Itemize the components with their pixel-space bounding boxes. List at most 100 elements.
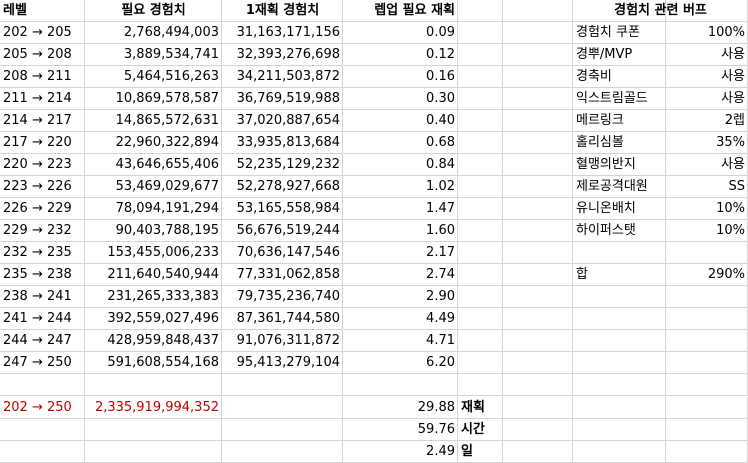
grid-cell[interactable] bbox=[503, 132, 573, 154]
hunt-exp-cell[interactable]: 32,393,276,698 bbox=[222, 44, 343, 66]
required-exp-cell[interactable]: 5,464,516,263 bbox=[85, 66, 222, 88]
hunt-exp-cell[interactable]: 79,735,236,740 bbox=[222, 286, 343, 308]
hunts-needed-cell[interactable]: 2.74 bbox=[343, 264, 458, 286]
hunts-needed-cell[interactable]: 2.90 bbox=[343, 286, 458, 308]
level-range-cell[interactable]: 214 → 217 bbox=[0, 110, 85, 132]
grid-cell[interactable] bbox=[458, 242, 503, 264]
hunts-needed-cell[interactable]: 0.12 bbox=[343, 44, 458, 66]
required-exp-cell[interactable]: 78,094,191,294 bbox=[85, 198, 222, 220]
buff-value-cell[interactable]: 35% bbox=[666, 132, 748, 154]
grid-cell[interactable] bbox=[503, 66, 573, 88]
grid-cell[interactable] bbox=[458, 352, 503, 374]
buff-name-cell[interactable]: 제로공격대원 bbox=[573, 176, 666, 198]
grid-cell[interactable] bbox=[458, 132, 503, 154]
hunts-needed-cell[interactable]: 6.20 bbox=[343, 352, 458, 374]
grid-cell[interactable] bbox=[222, 397, 343, 419]
required-exp-cell[interactable]: 22,960,322,894 bbox=[85, 132, 222, 154]
grid-cell[interactable] bbox=[458, 66, 503, 88]
hunt-exp-cell[interactable]: 31,163,171,156 bbox=[222, 22, 343, 44]
level-range-cell[interactable]: 217 → 220 bbox=[0, 132, 85, 154]
grid-cell[interactable] bbox=[503, 374, 573, 396]
grid-cell[interactable] bbox=[666, 242, 748, 264]
grid-cell[interactable] bbox=[573, 308, 666, 330]
grid-cell[interactable] bbox=[503, 198, 573, 220]
grid-cell[interactable] bbox=[503, 0, 573, 22]
required-exp-cell[interactable]: 2,768,494,003 bbox=[85, 22, 222, 44]
grid-cell[interactable] bbox=[666, 441, 748, 463]
level-range-cell[interactable]: 235 → 238 bbox=[0, 264, 85, 286]
grid-cell[interactable] bbox=[458, 220, 503, 242]
grid-cell[interactable] bbox=[458, 286, 503, 308]
grid-cell[interactable] bbox=[503, 308, 573, 330]
buff-value-cell[interactable]: 10% bbox=[666, 198, 748, 220]
grid-cell[interactable] bbox=[503, 286, 573, 308]
required-exp-cell[interactable]: 211,640,540,944 bbox=[85, 264, 222, 286]
grid-cell[interactable] bbox=[85, 441, 222, 463]
hunts-needed-cell[interactable]: 2.17 bbox=[343, 242, 458, 264]
hunt-exp-cell[interactable]: 34,211,503,872 bbox=[222, 66, 343, 88]
grid-cell[interactable] bbox=[458, 88, 503, 110]
buff-value-cell[interactable]: 100% bbox=[666, 22, 748, 44]
buff-name-cell[interactable]: 익스트림골드 bbox=[573, 88, 666, 110]
hunt-exp-cell[interactable]: 70,636,147,546 bbox=[222, 242, 343, 264]
grid-cell[interactable] bbox=[343, 374, 458, 396]
grid-cell[interactable] bbox=[458, 198, 503, 220]
hunts-needed-cell[interactable]: 4.71 bbox=[343, 330, 458, 352]
column-header[interactable]: 1재획 경험치 bbox=[222, 0, 343, 22]
column-header[interactable]: 필요 경험치 bbox=[85, 0, 222, 22]
buff-name-cell[interactable]: 혈맹의반지 bbox=[573, 154, 666, 176]
required-exp-cell[interactable]: 53,469,029,677 bbox=[85, 176, 222, 198]
grid-cell[interactable] bbox=[666, 374, 748, 396]
grid-cell[interactable] bbox=[503, 441, 573, 463]
hunts-needed-cell[interactable]: 1.60 bbox=[343, 220, 458, 242]
grid-cell[interactable] bbox=[222, 419, 343, 441]
column-header[interactable]: 렙업 필요 재획 bbox=[343, 0, 458, 22]
required-exp-cell[interactable]: 428,959,848,437 bbox=[85, 330, 222, 352]
buff-value-cell[interactable]: 사용 bbox=[666, 66, 748, 88]
hunt-exp-cell[interactable]: 56,676,519,244 bbox=[222, 220, 343, 242]
grid-cell[interactable] bbox=[573, 330, 666, 352]
buff-table-title[interactable]: 경험치 관련 버프 bbox=[573, 0, 748, 22]
hunts-needed-cell[interactable]: 0.84 bbox=[343, 154, 458, 176]
grid-cell[interactable] bbox=[458, 264, 503, 286]
grid-cell[interactable] bbox=[666, 419, 748, 441]
grid-cell[interactable] bbox=[666, 352, 748, 374]
required-exp-cell[interactable]: 392,559,027,496 bbox=[85, 308, 222, 330]
grid-cell[interactable] bbox=[458, 308, 503, 330]
summary-value[interactable]: 29.88 bbox=[343, 397, 458, 419]
grid-cell[interactable] bbox=[573, 352, 666, 374]
hunt-exp-cell[interactable]: 36,769,519,988 bbox=[222, 88, 343, 110]
grid-cell[interactable] bbox=[503, 176, 573, 198]
grid-cell[interactable] bbox=[458, 22, 503, 44]
level-range-cell[interactable]: 244 → 247 bbox=[0, 330, 85, 352]
hunt-exp-cell[interactable]: 77,331,062,858 bbox=[222, 264, 343, 286]
hunt-exp-cell[interactable]: 95,413,279,104 bbox=[222, 352, 343, 374]
total-required-exp[interactable]: 2,335,919,994,352 bbox=[85, 397, 222, 419]
grid-cell[interactable] bbox=[458, 154, 503, 176]
hunts-needed-cell[interactable]: 0.68 bbox=[343, 132, 458, 154]
grid-cell[interactable] bbox=[503, 22, 573, 44]
grid-cell[interactable] bbox=[573, 397, 666, 419]
hunts-needed-cell[interactable]: 0.30 bbox=[343, 88, 458, 110]
grid-cell[interactable] bbox=[458, 0, 503, 22]
hunts-needed-cell[interactable]: 0.16 bbox=[343, 66, 458, 88]
grid-cell[interactable] bbox=[503, 264, 573, 286]
grid-cell[interactable] bbox=[222, 374, 343, 396]
summary-unit[interactable]: 일 bbox=[458, 441, 503, 463]
buff-value-cell[interactable]: SS bbox=[666, 176, 748, 198]
level-range-cell[interactable]: 232 → 235 bbox=[0, 242, 85, 264]
grid-cell[interactable] bbox=[503, 44, 573, 66]
grid-cell[interactable] bbox=[503, 88, 573, 110]
required-exp-cell[interactable]: 43,646,655,406 bbox=[85, 154, 222, 176]
grid-cell[interactable] bbox=[503, 419, 573, 441]
grid-cell[interactable] bbox=[458, 110, 503, 132]
grid-cell[interactable] bbox=[666, 397, 748, 419]
grid-cell[interactable] bbox=[503, 154, 573, 176]
grid-cell[interactable] bbox=[573, 242, 666, 264]
level-range-cell[interactable]: 220 → 223 bbox=[0, 154, 85, 176]
required-exp-cell[interactable]: 153,455,006,233 bbox=[85, 242, 222, 264]
grid-cell[interactable] bbox=[222, 441, 343, 463]
required-exp-cell[interactable]: 231,265,333,383 bbox=[85, 286, 222, 308]
buff-value-cell[interactable]: 사용 bbox=[666, 44, 748, 66]
grid-cell[interactable] bbox=[666, 330, 748, 352]
